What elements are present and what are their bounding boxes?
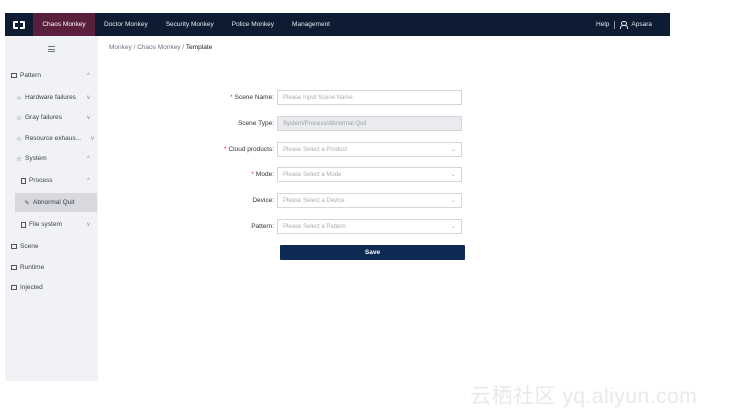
sidebar-item-process[interactable]: Process ^ [5, 171, 98, 190]
chevron-down-icon: ⌄ [450, 147, 456, 153]
sidebar-item-label: Runtime [20, 264, 45, 271]
chevron-down-icon: v [91, 135, 94, 142]
mode-select[interactable]: Please Select a Mode ⌄ [277, 167, 462, 182]
sidebar-item-abnormal-quit[interactable]: ✎ Abnormal Quit [15, 193, 97, 212]
sidebar-item-file-system[interactable]: File system v [5, 215, 98, 234]
logo-icon[interactable] [5, 13, 33, 36]
pattern-select[interactable]: Please Select a Pattern ⌄ [277, 219, 462, 234]
sidebar-item-label: Hardware failures [25, 94, 76, 101]
chevron-down-icon: v [87, 114, 90, 121]
nav-chaos-monkey[interactable]: Chaos Monkey [33, 13, 95, 36]
menu-icon [48, 46, 55, 52]
scene-type-field: System/Process/Abnormal Quit [277, 116, 462, 131]
mode-label: * Mode: [251, 171, 274, 178]
top-nav-bar: Chaos Monkey Doctor Monkey Security Monk… [5, 13, 670, 36]
star-icon: ☆ [16, 114, 22, 122]
chevron-up-icon: ^ [87, 177, 90, 184]
scene-name-input[interactable]: Please Input Scene Name [277, 90, 462, 105]
form-row-scene-type: Scene Type: System/Process/Abnormal Quit [160, 116, 470, 131]
sidebar: Pattern ^ ☆ Hardware failures v ☆ Gray f… [5, 36, 98, 381]
sidebar-item-label: Abnormal Quit [33, 199, 75, 206]
scene-type-label: Scene Type: [237, 120, 274, 127]
pen-icon: ✎ [24, 199, 30, 207]
device-select[interactable]: Please Select a Device ⌄ [277, 193, 462, 208]
sidebar-item-label: File system [29, 221, 62, 228]
sidebar-item-hardware-failures[interactable]: ☆ Hardware failures v [5, 88, 98, 107]
nav-management[interactable]: Management [283, 13, 339, 36]
pattern-label: Pattern: [251, 223, 274, 230]
sidebar-item-pattern[interactable]: Pattern ^ [5, 66, 98, 85]
nav-doctor-monkey[interactable]: Doctor Monkey [95, 13, 157, 36]
help-link[interactable]: Help [596, 21, 609, 28]
sidebar-item-label: Resource exhaus... [25, 135, 82, 142]
sidebar-item-label: Pattern [20, 72, 41, 79]
top-right-area: Help Apsara [596, 20, 670, 29]
square-icon [10, 265, 18, 270]
cloud-products-label: * Cloud products: [223, 146, 274, 153]
watermark: 云栖社区 yq.aliyun.com [470, 385, 698, 408]
user-name[interactable]: Apsara [631, 21, 652, 28]
square-icon [10, 73, 18, 78]
scene-name-label: * Scene Name: [230, 94, 274, 101]
form-row-pattern: Pattern: Please Select a Pattern ⌄ [160, 219, 470, 234]
cloud-products-select[interactable]: Please Select a Product ⌄ [277, 142, 462, 157]
sidebar-item-runtime[interactable]: Runtime [5, 258, 98, 277]
chevron-down-icon: v [87, 221, 90, 228]
breadcrumb-chaos-monkey[interactable]: Chaos Monkey [137, 44, 180, 51]
sidebar-item-scene[interactable]: Scene [5, 237, 98, 256]
form-row-mode: * Mode: Please Select a Mode ⌄ [160, 167, 470, 182]
sidebar-item-label: System [25, 155, 47, 162]
nav-police-monkey[interactable]: Police Monkey [223, 13, 283, 36]
star-icon: ☆ [16, 135, 22, 143]
chevron-up-icon: ^ [87, 72, 90, 79]
collapse-menu-button[interactable] [5, 36, 98, 62]
form-row-scene-name: * Scene Name: Please Input Scene Name [160, 90, 470, 105]
doc-icon [19, 177, 27, 184]
sidebar-item-label: Injected [20, 284, 43, 291]
sidebar-item-label: Process [29, 177, 53, 184]
square-icon [10, 285, 18, 290]
star-icon: ☆ [16, 94, 22, 102]
form-row-device: Device: Please Select a Device ⌄ [160, 193, 470, 208]
save-button[interactable]: Save [280, 245, 465, 260]
divider [614, 20, 616, 29]
device-label: Device: [252, 197, 274, 204]
breadcrumb: Monkey / Chaos Monkey / Template [109, 44, 213, 51]
square-icon [10, 244, 18, 249]
sidebar-item-gray-failures[interactable]: ☆ Gray failures v [5, 108, 98, 127]
star-icon: ☆ [16, 155, 22, 163]
chevron-down-icon: v [87, 94, 90, 101]
sidebar-item-label: Gray failures [25, 114, 62, 121]
user-icon [620, 21, 629, 29]
sidebar-item-injected[interactable]: Injected [5, 278, 98, 297]
sidebar-item-resource-exhaustion[interactable]: ☆ Resource exhaus... v [5, 129, 98, 148]
form-row-cloud-products: * Cloud products: Please Select a Product… [160, 142, 470, 157]
breadcrumb-template: Template [185, 44, 213, 51]
chevron-down-icon: ⌄ [450, 172, 456, 178]
sidebar-item-label: Scene [20, 243, 39, 250]
breadcrumb-monkey[interactable]: Monkey [109, 44, 132, 51]
chevron-down-icon: ⌄ [450, 198, 456, 204]
nav-security-monkey[interactable]: Security Monkey [157, 13, 223, 36]
chevron-down-icon: ⌄ [450, 224, 456, 230]
doc-icon [19, 221, 27, 228]
chevron-up-icon: ^ [87, 155, 90, 162]
sidebar-item-system[interactable]: ☆ System ^ [5, 149, 98, 168]
